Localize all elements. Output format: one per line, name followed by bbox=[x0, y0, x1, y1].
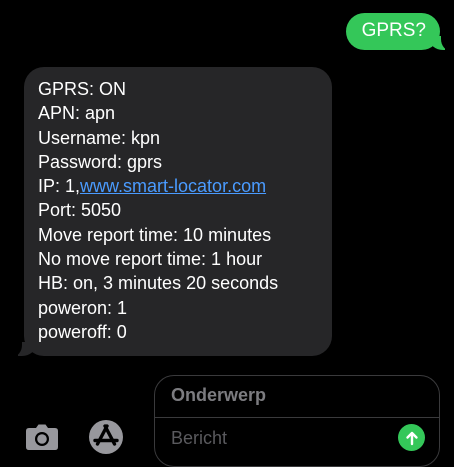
camera-button[interactable] bbox=[22, 419, 62, 455]
message-line-heartbeat: HB: on, 3 minutes 20 seconds bbox=[38, 273, 279, 294]
message-line-ip: IP: 1,www.smart-locator.com bbox=[38, 174, 320, 198]
message-line-poweron: poweron: 1 bbox=[38, 297, 128, 318]
message-line-no-move-report: No move report time: 1 hour bbox=[38, 249, 263, 270]
message-field[interactable]: Bericht bbox=[171, 428, 227, 449]
smart-locator-link[interactable]: www.smart-locator.com bbox=[80, 176, 266, 196]
composer-divider bbox=[155, 417, 439, 418]
message-line-password: Password: gprs bbox=[38, 151, 163, 172]
outgoing-message-bubble[interactable]: GPRS? bbox=[345, 13, 453, 51]
message-line-port: Port: 5050 bbox=[38, 200, 122, 221]
message-line-gprs: GPRS: ON bbox=[38, 79, 127, 99]
message-line-username: Username: kpn bbox=[38, 127, 161, 148]
outgoing-message-text: GPRS? bbox=[361, 20, 426, 41]
message-composer[interactable]: Onderwerp Bericht bbox=[154, 375, 440, 467]
send-button[interactable] bbox=[398, 424, 425, 451]
subject-field[interactable]: Onderwerp bbox=[171, 385, 266, 406]
message-line-poweroff: poweroff: 0 bbox=[38, 321, 127, 342]
app-store-icon bbox=[89, 420, 123, 454]
message-line-ip-label: IP: 1, bbox=[38, 176, 81, 197]
app-store-button[interactable] bbox=[86, 419, 126, 455]
incoming-message-bubble[interactable]: GPRS: ON APN: apn Username: kpn Password… bbox=[10, 67, 332, 357]
message-line-move-report: Move report time: 10 minutes bbox=[38, 224, 272, 245]
arrow-up-icon bbox=[405, 431, 418, 445]
message-line-apn: APN: apn bbox=[38, 103, 116, 124]
camera-icon bbox=[26, 424, 58, 450]
